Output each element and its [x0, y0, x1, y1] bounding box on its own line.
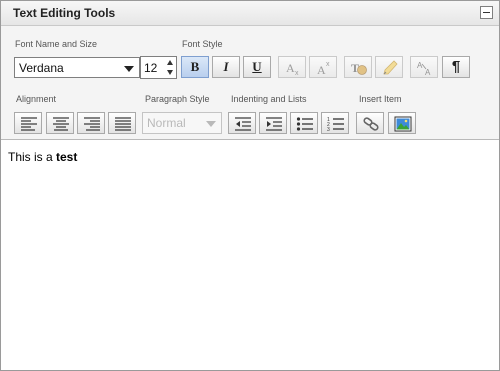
- paragraph-style-value: Normal: [147, 116, 186, 130]
- image-icon: [394, 116, 412, 132]
- subscript-icon: A x: [286, 61, 299, 76]
- align-center-button[interactable]: [46, 112, 74, 134]
- svg-text:A: A: [425, 68, 431, 76]
- show-formatting-button[interactable]: ¶: [442, 56, 470, 78]
- chevron-down-icon: [206, 121, 216, 127]
- change-case-icon: A A: [417, 61, 431, 76]
- group-label-paragraph-style: Paragraph Style: [145, 94, 210, 104]
- svg-text:A: A: [317, 63, 326, 76]
- font-name-select[interactable]: Verdana: [14, 57, 140, 78]
- numbered-list-button[interactable]: 123: [321, 112, 349, 134]
- panel-header: Text Editing Tools: [1, 1, 499, 26]
- chevron-down-icon: [124, 66, 134, 72]
- align-center-icon: [53, 117, 69, 131]
- align-right-icon: [84, 117, 100, 131]
- numbered-list-icon: 123: [327, 117, 344, 132]
- subscript-button[interactable]: A x: [278, 56, 306, 78]
- outdent-icon: [235, 117, 251, 131]
- italic-button[interactable]: I: [212, 56, 240, 78]
- paragraph-style-select[interactable]: Normal: [142, 112, 222, 134]
- bullet-list-icon: [296, 117, 313, 131]
- insert-link-button[interactable]: [356, 112, 384, 134]
- panel-title: Text Editing Tools: [13, 6, 116, 20]
- group-label-font-name-size: Font Name and Size: [15, 39, 98, 49]
- highlight-button[interactable]: [375, 56, 403, 78]
- align-left-button[interactable]: [14, 112, 42, 134]
- change-case-button[interactable]: A A: [410, 56, 438, 78]
- font-size-stepper[interactable]: 12: [140, 56, 177, 79]
- italic-icon: I: [223, 59, 229, 74]
- font-name-value: Verdana: [19, 61, 64, 75]
- bold-button[interactable]: B: [181, 56, 209, 78]
- editor-text-line: This is a test: [8, 150, 77, 164]
- text-editing-tools-panel: Text Editing Tools Font Name and Size Fo…: [0, 0, 500, 371]
- group-label-font-style: Font Style: [182, 39, 223, 49]
- align-justify-icon: [115, 117, 131, 131]
- pilcrow-icon: ¶: [451, 58, 461, 75]
- decrement-icon[interactable]: [167, 70, 173, 75]
- font-size-value: 12: [144, 61, 158, 75]
- superscript-icon: A x: [317, 61, 330, 76]
- editor-text-plain: This is a: [8, 150, 57, 164]
- insert-image-button[interactable]: [388, 112, 416, 134]
- group-label-indenting-lists: Indenting and Lists: [231, 94, 307, 104]
- underline-icon: U: [252, 59, 262, 74]
- toolbar: Font Name and Size Font Style Verdana 12…: [1, 26, 499, 140]
- align-justify-button[interactable]: [108, 112, 136, 134]
- svg-text:x: x: [295, 70, 299, 76]
- editor-text-bold: test: [56, 150, 78, 164]
- collapse-panel-button[interactable]: [480, 6, 493, 19]
- svg-text:x: x: [326, 61, 330, 68]
- increase-indent-button[interactable]: [259, 112, 287, 134]
- underline-button[interactable]: U: [243, 56, 271, 78]
- group-label-insert-item: Insert Item: [359, 94, 402, 104]
- indent-icon: [266, 117, 282, 131]
- decrease-indent-button[interactable]: [228, 112, 256, 134]
- svg-text:A: A: [286, 61, 295, 75]
- editor-area[interactable]: This is a test: [1, 140, 499, 370]
- svg-text:A: A: [417, 61, 423, 70]
- link-icon: [363, 117, 379, 131]
- superscript-button[interactable]: A x: [309, 56, 337, 78]
- align-left-icon: [21, 117, 37, 131]
- svg-text:3: 3: [327, 127, 330, 132]
- bold-icon: B: [190, 59, 200, 74]
- text-color-icon: T: [351, 61, 367, 75]
- group-label-alignment: Alignment: [16, 94, 57, 104]
- increment-icon[interactable]: [167, 60, 173, 65]
- text-color-button[interactable]: T: [344, 56, 372, 78]
- align-right-button[interactable]: [77, 112, 105, 134]
- highlight-icon: [383, 60, 398, 75]
- bullet-list-button[interactable]: [290, 112, 318, 134]
